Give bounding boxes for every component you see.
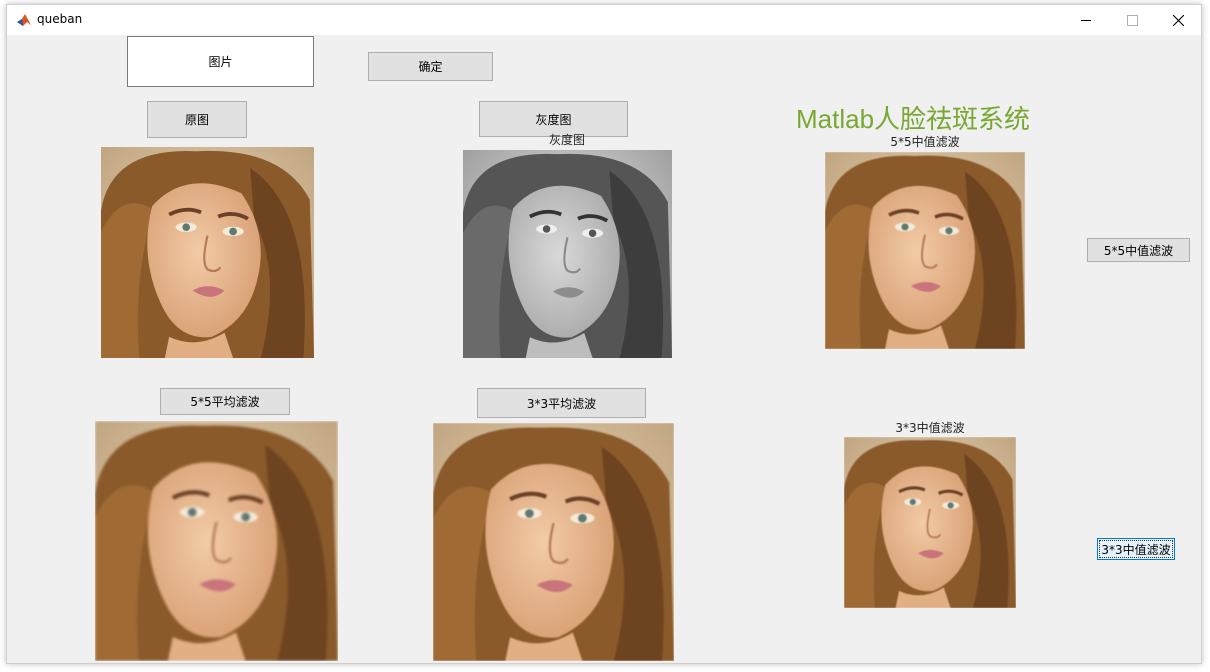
maximize-button[interactable] <box>1109 5 1155 35</box>
median5-button[interactable]: 5*5中值滤波 <box>1087 238 1190 262</box>
original-button[interactable]: 原图 <box>147 101 247 138</box>
mean3-image <box>433 423 674 661</box>
matlab-icon <box>17 14 31 26</box>
gray-axes-title: 灰度图 <box>548 133 585 147</box>
mean3-button[interactable]: 3*3平均滤波 <box>477 388 646 418</box>
median5-image <box>825 152 1025 349</box>
close-icon <box>1172 14 1184 26</box>
gray-label: 灰度图 <box>535 112 572 127</box>
gray-image <box>463 150 672 358</box>
original-label: 原图 <box>184 113 209 127</box>
median5-label: 5*5中值滤波 <box>1103 243 1174 258</box>
median3-button[interactable]: 3*3中值滤波 <box>1097 538 1175 560</box>
confirm-button[interactable]: 确定 <box>368 52 493 81</box>
maximize-icon <box>1126 14 1138 26</box>
median3-axes-title: 3*3中值滤波 <box>895 421 965 435</box>
minimize-button[interactable] <box>1063 5 1109 35</box>
median3-label: 3*3中值滤波 <box>1101 542 1171 557</box>
image-box-label: 图片 <box>208 55 233 69</box>
page-heading: Matlab人脸祛斑系统 <box>796 104 1031 134</box>
mean5-image <box>95 421 338 661</box>
median5-axes-title: 5*5中值滤波 <box>890 135 960 149</box>
mean3-label: 3*3平均滤波 <box>526 396 597 411</box>
mean5-label: 5*5平均滤波 <box>190 395 260 409</box>
original-image <box>101 147 314 358</box>
title-bar: queban <box>7 5 1201 35</box>
confirm-label: 确定 <box>418 60 443 74</box>
minimize-icon <box>1081 19 1091 21</box>
app-window: queban 图片 确定 原图 灰度图 Matlab人脸祛斑系统 5*5中值滤波… <box>6 4 1202 664</box>
image-path-box[interactable]: 图片 <box>127 36 314 87</box>
median3-image <box>844 437 1016 608</box>
mean5-button[interactable]: 5*5平均滤波 <box>160 388 290 415</box>
close-button[interactable] <box>1155 5 1201 35</box>
window-title: queban <box>37 12 83 26</box>
